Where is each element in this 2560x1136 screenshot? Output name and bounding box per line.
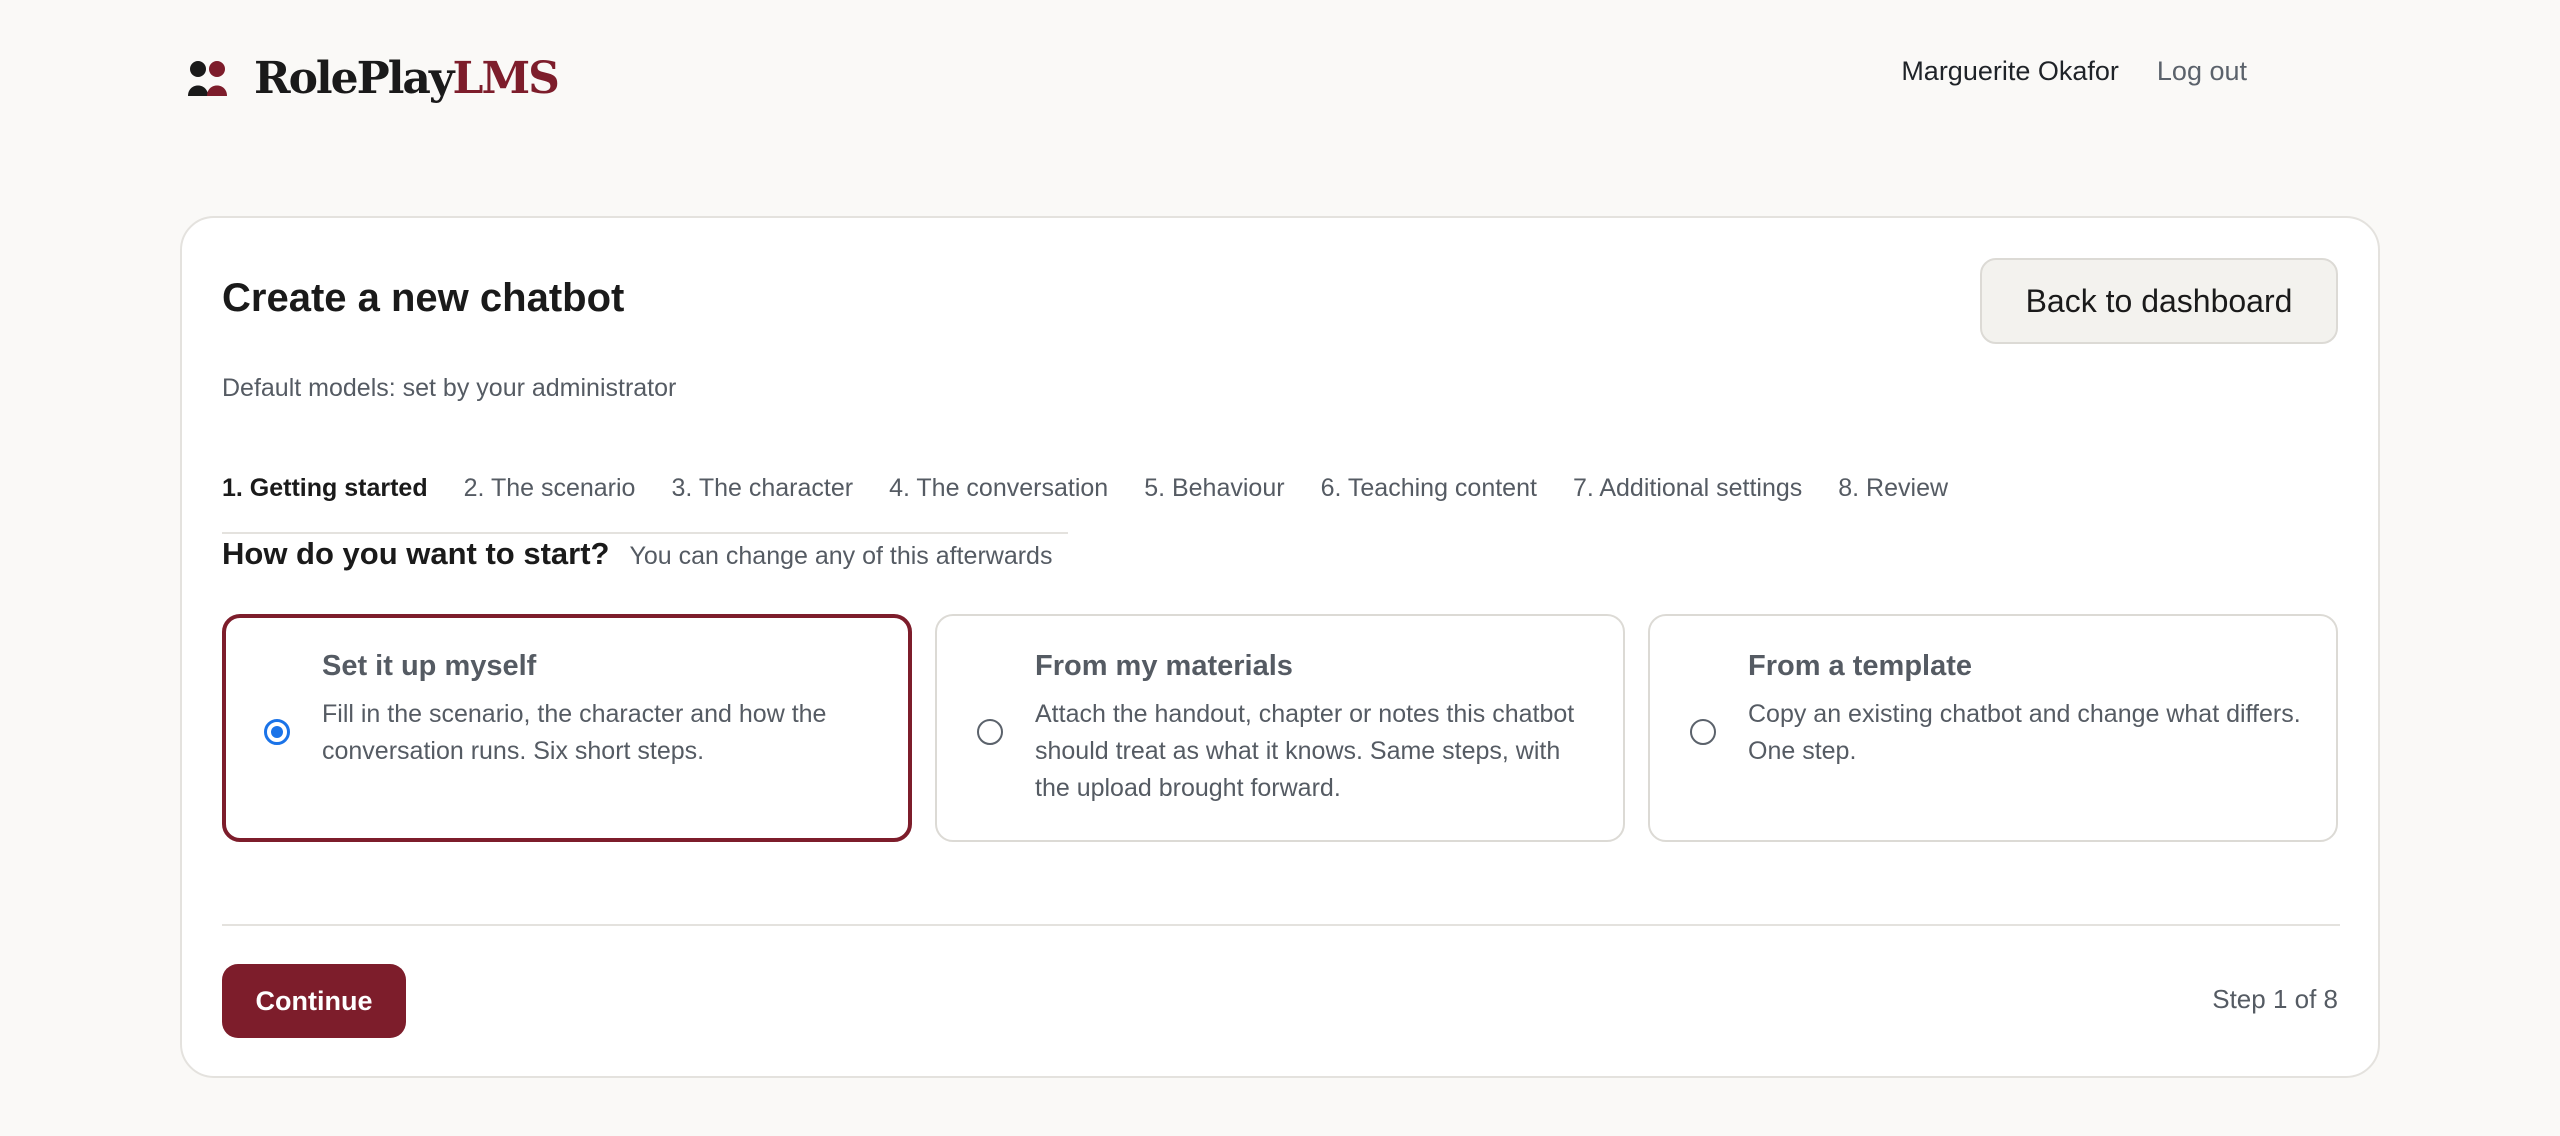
radio-button-selected[interactable] <box>264 719 290 745</box>
option-set-up-myself[interactable]: Set it up myself Fill in the scenario, t… <box>222 614 912 842</box>
step-review[interactable]: 8. Review <box>1838 474 1948 503</box>
question-heading: How do you want to start? <box>222 536 610 571</box>
user-name: Marguerite Okafor <box>1901 56 2119 86</box>
option-description: Copy an existing chatbot and change what… <box>1748 700 2301 765</box>
logo-text: RolePlayLMS <box>254 52 560 104</box>
people-icon <box>188 61 227 96</box>
back-to-dashboard-button[interactable]: Back to dashboard <box>1980 258 2338 344</box>
default-models-note: Default models: set by your administrato… <box>222 374 677 402</box>
option-from-materials[interactable]: From my materials Attach the handout, ch… <box>935 614 1625 842</box>
question-hint: You can change any of this afterwards <box>629 542 1053 570</box>
step-additional-settings[interactable]: 7. Additional settings <box>1573 474 1802 503</box>
option-from-template[interactable]: From a template Copy an existing chatbot… <box>1648 614 2338 842</box>
option-description: Fill in the scenario, the character and … <box>322 700 827 765</box>
step-scenario[interactable]: 2. The scenario <box>464 474 636 503</box>
step-character[interactable]: 3. The character <box>671 474 853 503</box>
option-title: From my materials <box>1035 650 1293 682</box>
step-counter: Step 1 of 8 <box>2212 984 2338 1014</box>
radio-button[interactable] <box>1690 719 1716 745</box>
user-menu: Marguerite Okafor Log out <box>1901 56 2247 87</box>
step-getting-started[interactable]: 1. Getting started <box>222 474 428 503</box>
logout-link[interactable]: Log out <box>2157 56 2247 87</box>
wizard-card: Create a new chatbot Back to dashboard D… <box>180 216 2380 1078</box>
wizard-steps: 1. Getting started 2. The scenario 3. Th… <box>222 474 1948 503</box>
option-title: From a template <box>1748 650 1972 682</box>
start-question: How do you want to start? You can change… <box>222 536 1052 572</box>
top-bar: RolePlayLMS Marguerite Okafor Log out <box>0 0 2560 150</box>
step-conversation[interactable]: 4. The conversation <box>889 474 1108 503</box>
step-behaviour[interactable]: 5. Behaviour <box>1144 474 1284 503</box>
step-teaching-content[interactable]: 6. Teaching content <box>1321 474 1537 503</box>
continue-button[interactable]: Continue <box>222 964 406 1038</box>
option-description: Attach the handout, chapter or notes thi… <box>1035 700 1575 802</box>
logo[interactable]: RolePlayLMS <box>186 48 560 108</box>
footer-divider <box>222 924 2340 926</box>
option-title: Set it up myself <box>322 650 537 682</box>
page-title: Create a new chatbot <box>222 276 625 320</box>
logo-text-accent: LMS <box>452 52 560 104</box>
logo-text-main: RolePlay <box>254 52 454 104</box>
radio-button[interactable] <box>977 719 1003 745</box>
steps-divider <box>222 532 1068 534</box>
